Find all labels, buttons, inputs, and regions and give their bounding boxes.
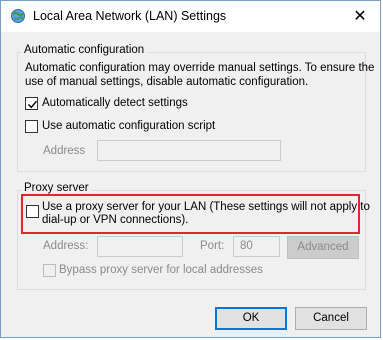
automatic-configuration-label: Automatic configuration <box>21 44 148 56</box>
lan-settings-dialog: Local Area Network (LAN) Settings ✕ Auto… <box>0 0 381 338</box>
use-proxy-label-line1[interactable]: Use a proxy server for your LAN (These s… <box>42 201 370 213</box>
auto-config-description-line2: use of manual settings, disable automati… <box>25 76 309 88</box>
ok-button[interactable]: OK <box>215 307 287 330</box>
proxy-port-label: Port: <box>200 240 225 252</box>
cancel-button[interactable]: Cancel <box>295 307 367 330</box>
bypass-local-checkbox[interactable] <box>43 264 56 277</box>
checkmark-icon <box>28 100 38 109</box>
proxy-server-label: Proxy server <box>21 182 92 194</box>
bypass-local-label[interactable]: Bypass proxy server for local addresses <box>59 264 263 276</box>
auto-script-address-label: Address <box>43 145 86 157</box>
network-globe-icon <box>10 8 26 24</box>
auto-script-label[interactable]: Use automatic configuration script <box>42 120 215 132</box>
use-proxy-label-line2[interactable]: dial-up or VPN connections). <box>42 214 188 226</box>
auto-detect-checkbox[interactable] <box>25 97 38 110</box>
proxy-port-field[interactable]: 80 <box>233 236 280 257</box>
auto-config-description-line1: Automatic configuration may override man… <box>25 62 375 74</box>
title-bar[interactable]: Local Area Network (LAN) Settings ✕ <box>1 1 380 32</box>
proxy-address-label: Address: <box>43 240 89 252</box>
auto-script-address-field[interactable] <box>97 140 281 161</box>
use-proxy-checkbox[interactable] <box>26 205 39 218</box>
proxy-address-field[interactable] <box>97 236 183 257</box>
window-title: Local Area Network (LAN) Settings <box>33 9 227 23</box>
close-icon[interactable]: ✕ <box>340 1 380 31</box>
auto-detect-label[interactable]: Automatically detect settings <box>42 97 188 109</box>
auto-script-checkbox[interactable] <box>25 120 38 133</box>
advanced-button[interactable]: Advanced <box>287 236 359 259</box>
